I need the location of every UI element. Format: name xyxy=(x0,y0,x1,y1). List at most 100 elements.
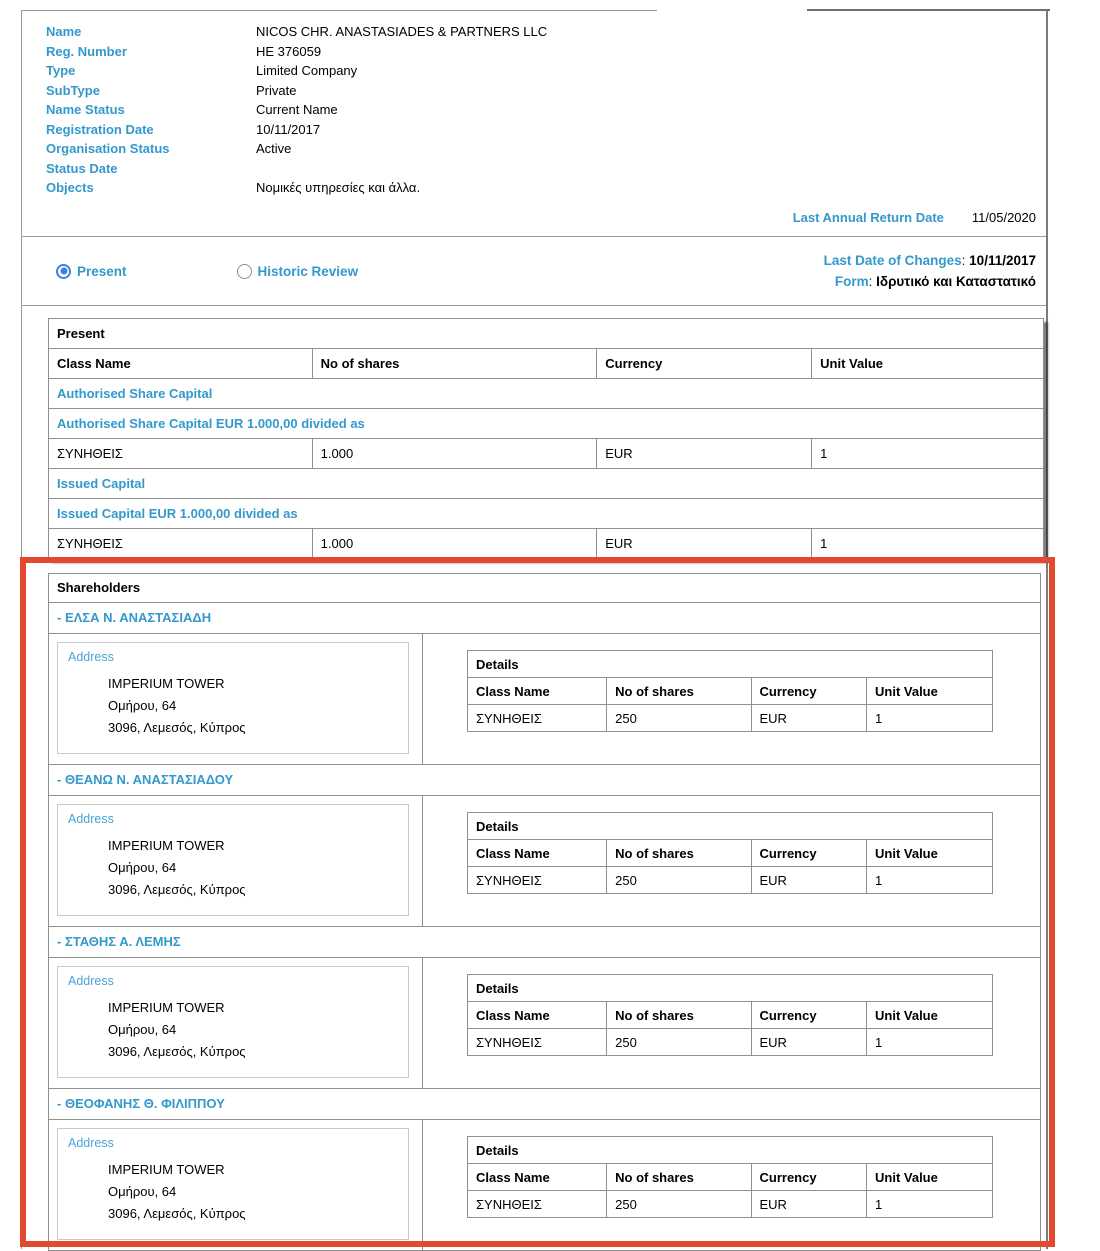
radio-historic-review[interactable]: Historic Review xyxy=(237,264,359,279)
last-date-of-changes-label: Last Date of Changes xyxy=(824,253,962,268)
capital-table-header-row: Class NameNo of sharesCurrencyUnit Value xyxy=(49,349,1044,379)
info-row: ObjectsΝομικές υπηρεσίες και άλλα. xyxy=(22,178,1046,198)
form-row: Form: Ιδρυτικό και Καταστατικό xyxy=(824,271,1036,292)
address-label: Address xyxy=(68,812,398,826)
address-line: IMPERIUM TOWER xyxy=(108,835,398,857)
capital-cell: ΣΥΝΗΘΕΙΣ xyxy=(49,529,313,559)
capital-section-label: Issued Capital EUR 1.000,00 divided as xyxy=(49,499,1044,529)
shareholder-details-cell: Details Class NameNo of sharesCurrencyUn… xyxy=(423,958,1040,1088)
info-value: NICOS CHR. ANASTASIADES & PARTNERS LLC xyxy=(256,22,547,42)
capital-cell: 1 xyxy=(812,529,1044,559)
shareholder-content-row: Address IMPERIUM TOWERΟμήρου, 643096, Λε… xyxy=(49,1120,1040,1250)
radio-present-label: Present xyxy=(77,264,127,279)
info-value: Limited Company xyxy=(256,61,357,81)
details-cell: EUR xyxy=(751,1191,867,1218)
address-label: Address xyxy=(68,974,398,988)
capital-cell: 1 xyxy=(812,439,1044,469)
radio-present[interactable]: Present xyxy=(56,264,127,279)
address-line: Ομήρου, 64 xyxy=(108,1181,398,1203)
shareholder-name: - ΕΛΣΑ Ν. ΑΝΑΣΤΑΣΙΑΔΗ xyxy=(49,603,1040,634)
details-column-header: Unit Value xyxy=(867,840,993,867)
shareholder-content-row: Address IMPERIUM TOWERΟμήρου, 643096, Λε… xyxy=(49,634,1040,765)
last-date-of-changes-value: 10/11/2017 xyxy=(969,253,1036,268)
capital-section-label: Authorised Share Capital xyxy=(49,379,1044,409)
details-column-header: Class Name xyxy=(468,678,607,705)
info-row: TypeLimited Company xyxy=(22,61,1046,81)
radio-historic-review-button[interactable] xyxy=(237,264,252,279)
company-info-section: NameNICOS CHR. ANASTASIADES & PARTNERS L… xyxy=(22,11,1046,237)
capital-cell: 1.000 xyxy=(312,439,597,469)
radio-present-button[interactable] xyxy=(56,264,71,279)
info-row: SubTypePrivate xyxy=(22,81,1046,101)
details-cell: 1 xyxy=(867,1029,993,1056)
company-info-rows: NameNICOS CHR. ANASTASIADES & PARTNERS L… xyxy=(22,22,1046,198)
details-title: Details xyxy=(468,975,993,1002)
details-column-header: Class Name xyxy=(468,1164,607,1191)
details-column-header: Currency xyxy=(751,840,867,867)
shareholders-section: Shareholders - ΕΛΣΑ Ν. ΑΝΑΣΤΑΣΙΑΔΗ Addre… xyxy=(48,573,1041,1251)
shareholder-content-row: Address IMPERIUM TOWERΟμήρου, 643096, Λε… xyxy=(49,958,1040,1089)
info-row: Status Date xyxy=(22,159,1046,179)
details-cell: 1 xyxy=(867,867,993,894)
shareholder-name: - ΣΤΑΘΗΣ Α. ΛΕΜΗΣ xyxy=(49,927,1040,958)
address-line: Ομήρου, 64 xyxy=(108,857,398,879)
info-label: Objects xyxy=(46,178,256,198)
shareholder-name: - ΘΕΟΦΑΝΗΣ Θ. ΦΙΛΙΠΠΟΥ xyxy=(49,1089,1040,1120)
address-line: IMPERIUM TOWER xyxy=(108,1159,398,1181)
details-cell: 1 xyxy=(867,1191,993,1218)
capital-cell: 1.000 xyxy=(312,529,597,559)
details-cell: EUR xyxy=(751,1029,867,1056)
info-label: Status Date xyxy=(46,159,256,179)
info-value: Νομικές υπηρεσίες και άλλα. xyxy=(256,178,420,198)
shareholder-details-cell: Details Class NameNo of sharesCurrencyUn… xyxy=(423,796,1040,926)
address-box: Address IMPERIUM TOWERΟμήρου, 643096, Λε… xyxy=(57,804,409,916)
capital-section-label: Issued Capital xyxy=(49,469,1044,499)
address-line: Ομήρου, 64 xyxy=(108,695,398,717)
address-line: 3096, Λεμεσός, Κύπρος xyxy=(108,879,398,901)
address-label: Address xyxy=(68,1136,398,1150)
details-table: Details Class NameNo of sharesCurrencyUn… xyxy=(467,650,993,732)
info-label: Name xyxy=(46,22,256,42)
details-cell: EUR xyxy=(751,867,867,894)
info-value: Private xyxy=(256,81,296,101)
shareholder-details-cell: Details Class NameNo of sharesCurrencyUn… xyxy=(423,634,1040,764)
review-mode-bar: Present Historic Review Last Date of Cha… xyxy=(22,237,1046,306)
capital-cell: ΣΥΝΗΘΕΙΣ xyxy=(49,439,313,469)
info-value: HE 376059 xyxy=(256,42,321,62)
shareholder-details-cell: Details Class NameNo of sharesCurrencyUn… xyxy=(423,1120,1040,1250)
shareholder-name: - ΘΕΑΝΩ Ν. ΑΝΑΣΤΑΣΙΑΔΟΥ xyxy=(49,765,1040,796)
last-annual-return-value: 11/05/2020 xyxy=(972,210,1036,225)
info-label: Type xyxy=(46,61,256,81)
shareholder-address-cell: Address IMPERIUM TOWERΟμήρου, 643096, Λε… xyxy=(49,1120,423,1250)
address-label: Address xyxy=(68,650,398,664)
info-row: Organisation StatusActive xyxy=(22,139,1046,159)
last-date-of-changes-row: Last Date of Changes: 10/11/2017 xyxy=(824,250,1036,271)
info-value: Current Name xyxy=(256,100,338,120)
capital-cell: EUR xyxy=(597,439,812,469)
shareholder-address-cell: Address IMPERIUM TOWERΟμήρου, 643096, Λε… xyxy=(49,958,423,1088)
capital-column-header: No of shares xyxy=(312,349,597,379)
form-label: Form xyxy=(835,274,869,289)
last-annual-return-label: Last Annual Return Date xyxy=(793,210,944,225)
changes-summary: Last Date of Changes: 10/11/2017 Form: Ι… xyxy=(824,250,1046,292)
address-line: IMPERIUM TOWER xyxy=(108,673,398,695)
details-cell: ΣΥΝΗΘΕΙΣ xyxy=(468,1029,607,1056)
details-cell: 250 xyxy=(607,705,751,732)
address-line: 3096, Λεμεσός, Κύπρος xyxy=(108,1203,398,1225)
details-column-header: Unit Value xyxy=(867,1164,993,1191)
details-column-header: Unit Value xyxy=(867,1002,993,1029)
details-cell: ΣΥΝΗΘΕΙΣ xyxy=(468,705,607,732)
details-column-header: Currency xyxy=(751,1164,867,1191)
address-line: 3096, Λεμεσός, Κύπρος xyxy=(108,717,398,739)
capital-table: Present Class NameNo of sharesCurrencyUn… xyxy=(48,318,1044,559)
details-title: Details xyxy=(468,1137,993,1164)
info-label: SubType xyxy=(46,81,256,101)
info-row: NameNICOS CHR. ANASTASIADES & PARTNERS L… xyxy=(22,22,1046,42)
info-label: Registration Date xyxy=(46,120,256,140)
details-title: Details xyxy=(468,813,993,840)
details-cell: 250 xyxy=(607,1029,751,1056)
info-row: Registration Date10/11/2017 xyxy=(22,120,1046,140)
details-cell: ΣΥΝΗΘΕΙΣ xyxy=(468,1191,607,1218)
info-label: Organisation Status xyxy=(46,139,256,159)
capital-column-header: Unit Value xyxy=(812,349,1044,379)
